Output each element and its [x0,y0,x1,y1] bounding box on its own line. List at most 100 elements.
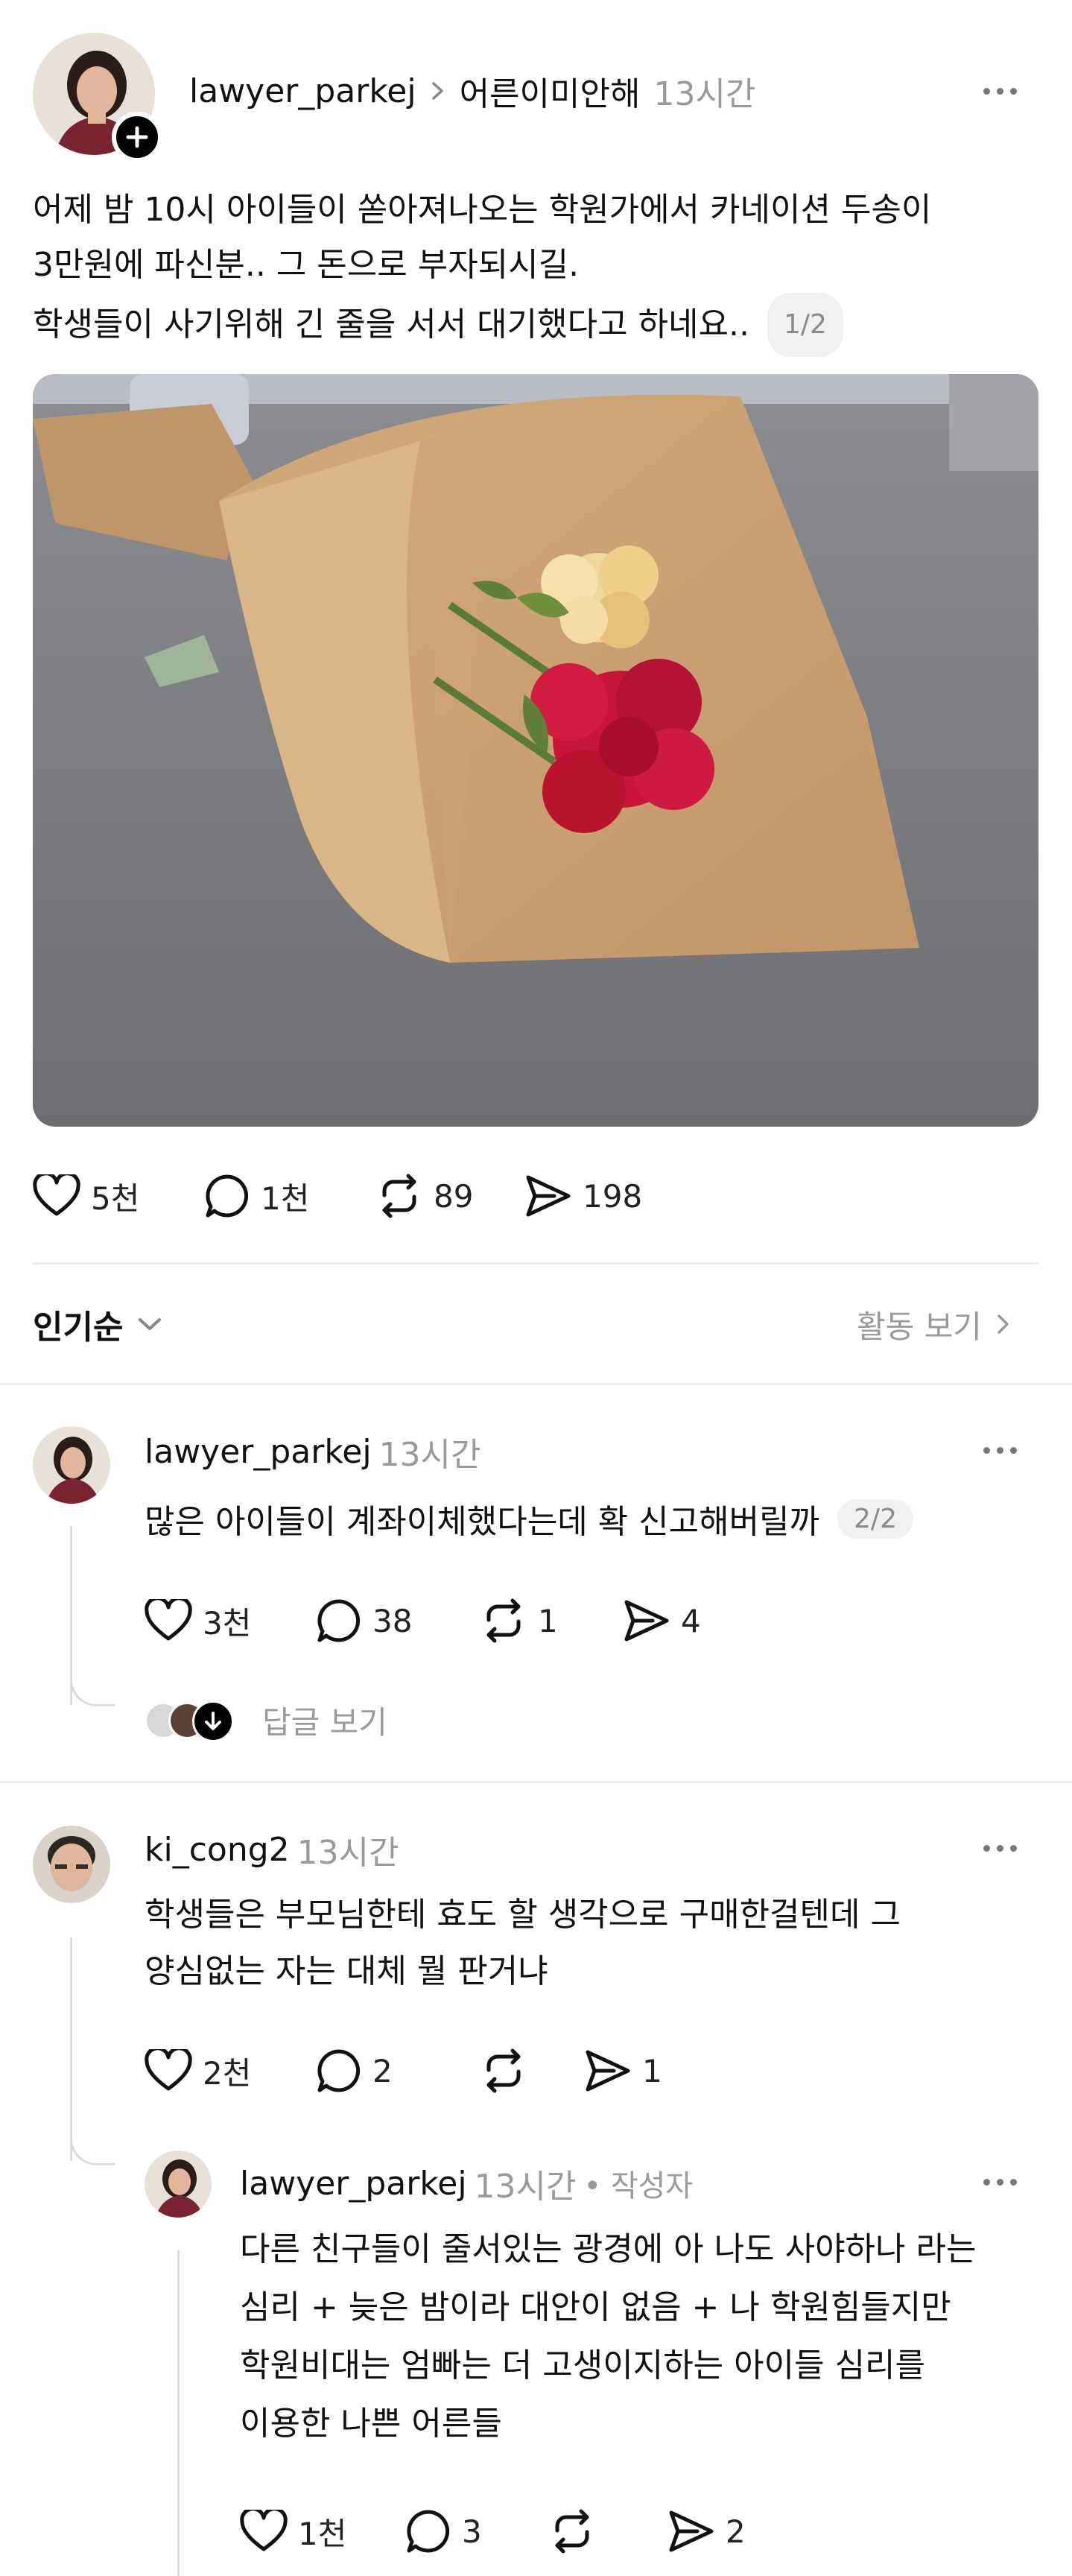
send-icon [586,2050,630,2092]
community-name[interactable]: 어른이미안해 [460,67,641,115]
follow-plus-button[interactable] [112,112,162,162]
share-count: 4 [681,1602,701,1639]
chevron-right-icon [431,82,443,100]
comment-avatar[interactable] [33,1826,110,1903]
comment-more-button[interactable] [983,1845,1017,1852]
like-count: 3천 [203,1604,252,1642]
reply-text-line: 학원비대는 엄빠는 더 고생이지하는 아이들 심리를 [240,2346,926,2384]
comment-bubble-icon [317,1599,361,1642]
share-button[interactable]: 4 [623,1598,735,1644]
chevron-down-icon [139,1318,162,1330]
like-count: 2천 [203,2054,252,2092]
reply-text: 다른 친구들이 줄서있는 광경에 아 나도 사야하나 라는 심리 + 늦은 밤이… [240,2221,1044,2453]
reply-username[interactable]: lawyer_parkej [240,2165,467,2203]
profile-photo [33,1826,110,1903]
reply-avatar[interactable] [145,2151,212,2218]
comment-bubble-icon [407,2510,450,2553]
repost-button[interactable]: 89 [375,1173,524,1219]
like-button[interactable]: 1천 [240,2509,405,2554]
comment-count: 1천 [261,1180,310,1217]
comment-text-line: 양심없는 자는 대체 뭘 판거냐 [145,1952,548,1990]
divider [33,1262,1038,1265]
repost-count: 89 [434,1177,474,1215]
post-text-line: 3만원에 파신분.. 그 돈으로 부자되시길. [33,246,580,284]
comment-button[interactable]: 3 [405,2508,548,2554]
repost-icon [486,1598,521,1643]
like-button[interactable]: 3천 [145,1598,316,1644]
post-text-line: 어제 밤 10시 아이들이 쏟아져나오는 학원가에서 카네이션 두송이 [33,191,932,229]
comment-avatar[interactable] [33,1426,110,1504]
heart-icon [33,1174,80,1216]
thread-line [177,2250,180,2576]
carnation-bouquet-photo [33,374,1038,1127]
comment-count: 38 [372,1602,413,1639]
profile-photo [145,2151,212,2218]
reply-time: 13시간 [474,2168,577,2206]
comment-username[interactable]: lawyer_parkej [145,1433,372,1471]
comment-bubble-icon [317,2049,361,2092]
reply-text-line: 심리 + 늦은 밤이라 대안이 없음 + 나 학원힘들지만 [240,2288,951,2326]
reply-text-line: 이용한 나쁜 어른들 [240,2405,502,2443]
comment-more-button[interactable] [983,1447,1017,1454]
sort-label: 인기순 [33,1308,124,1346]
repost-button[interactable] [480,2048,584,2094]
repost-icon [382,1174,416,1218]
like-count: 1천 [298,2515,347,2552]
repost-icon [555,2509,589,2554]
share-button[interactable]: 198 [524,1173,673,1219]
comment-text: 많은 아이들이 계좌이체했다는데 확 신고해버릴까 [145,1503,820,1541]
comment-text-line: 학생들은 부모님한테 효도 할 생각으로 구매한걸텐데 그 [145,1896,901,1934]
activity-link[interactable]: 활동 보기 [857,1298,1012,1350]
comment-count: 2 [372,2052,393,2089]
plus-icon [126,126,148,148]
sort-dropdown[interactable]: 인기순 [33,1298,163,1350]
view-replies-label: 답글 보기 [262,1703,387,1741]
send-icon [624,1600,669,1642]
repost-count: 1 [538,1602,558,1639]
activity-label: 활동 보기 [857,1308,982,1345]
repost-icon [486,2048,521,2093]
comment-text: 학생들은 부모님한테 효도 할 생각으로 구매한걸텐데 그 양심없는 자는 대체… [145,1887,1001,2000]
like-count: 5천 [91,1180,140,1217]
comment-bubble-icon [206,1174,249,1218]
post-username[interactable]: lawyer_parkej [189,72,416,110]
reply-more-button[interactable] [983,2179,1017,2186]
like-button[interactable]: 5천 [33,1174,204,1219]
reply-text-line: 다른 친구들이 줄서있는 광경에 아 나도 사야하나 라는 [240,2230,977,2268]
comment-username[interactable]: ki_cong2 [145,1831,290,1869]
comment-button[interactable]: 1천 [204,1173,375,1219]
post-image[interactable] [33,374,1038,1127]
send-icon [526,1175,571,1217]
share-count: 198 [583,1177,643,1215]
page-badge: 1/2 [767,293,843,357]
view-replies-link[interactable]: 답글 보기 [145,1696,387,1744]
thread-line-curve [70,1662,115,1706]
comment-count: 3 [462,2513,482,2550]
author-tag: • 작성자 [583,2169,694,2203]
send-icon [669,2510,714,2552]
heart-icon [145,1599,192,1641]
chevron-right-icon [998,1314,1009,1334]
comment-button[interactable]: 38 [316,1598,480,1644]
section-divider [0,1781,1072,1783]
repost-button[interactable]: 1 [480,1598,623,1644]
post-text-line: 학생들이 사기위해 긴 줄을 서서 대기했다고 하네요.. [33,306,749,344]
share-count: 2 [726,2513,746,2550]
heart-icon [240,2510,288,2551]
share-count: 1 [642,2052,662,2089]
share-button[interactable]: 1 [584,2048,696,2094]
comment-button[interactable]: 2 [316,2048,480,2094]
repost-button[interactable] [548,2508,667,2554]
post-text: 어제 밤 10시 아이들이 쏟아져나오는 학원가에서 카네이션 두송이 3만원에… [33,183,1046,357]
comment-time: 13시간 [378,1436,481,1474]
post-more-button[interactable] [983,88,1017,95]
thread-line-curve [70,2121,115,2165]
post-time: 13시간 [653,75,756,113]
heart-icon [145,2049,192,2091]
reply-avatars [145,1697,234,1742]
like-button[interactable]: 2천 [145,2048,316,2094]
comment-time: 13시간 [296,1834,399,1872]
share-button[interactable]: 2 [667,2508,779,2554]
page-badge: 2/2 [837,1499,913,1539]
section-divider [0,1383,1072,1385]
